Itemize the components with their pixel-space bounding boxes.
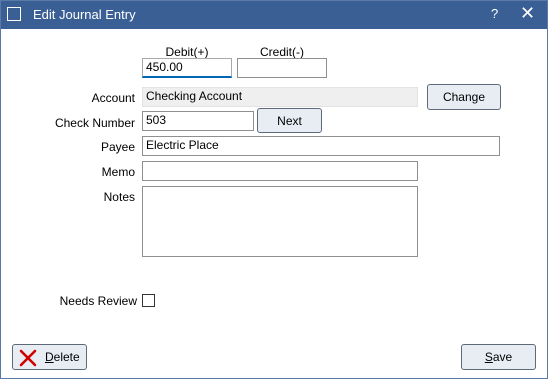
check-number-label: Check Number xyxy=(54,116,135,130)
red-x-icon xyxy=(19,349,37,367)
delete-mnemonic: D xyxy=(45,350,54,364)
close-button[interactable]: ✕ xyxy=(520,3,535,24)
edit-journal-entry-window: Edit Journal Entry ? ✕ Debit(+) Credit(-… xyxy=(0,0,548,379)
delete-button[interactable]: Delete xyxy=(12,344,87,370)
payee-label: Payee xyxy=(100,140,135,154)
needs-review-label: Needs Review xyxy=(59,294,137,308)
account-label: Account xyxy=(91,91,135,105)
grid-icon xyxy=(7,7,21,21)
memo-input[interactable] xyxy=(142,161,418,181)
credit-input[interactable] xyxy=(237,58,327,78)
save-button[interactable]: Save xyxy=(461,344,536,370)
account-field: Checking Account xyxy=(142,87,418,107)
help-button[interactable]: ? xyxy=(491,6,498,21)
memo-label: Memo xyxy=(101,165,135,179)
notes-label: Notes xyxy=(103,190,135,204)
window-title: Edit Journal Entry xyxy=(33,7,136,22)
debit-column-label: Debit(+) xyxy=(165,45,209,59)
save-label: ave xyxy=(492,350,513,364)
change-button[interactable]: Change xyxy=(427,84,501,110)
delete-label: elete xyxy=(53,350,80,364)
save-mnemonic: S xyxy=(484,350,493,364)
payee-input[interactable]: Electric Place xyxy=(142,136,500,156)
check-number-input[interactable]: 503 xyxy=(142,111,254,131)
title-bar: Edit Journal Entry ? ✕ xyxy=(1,1,547,29)
debit-input[interactable]: 450.00 xyxy=(142,58,232,78)
needs-review-checkbox[interactable] xyxy=(142,294,155,307)
next-button[interactable]: Next xyxy=(257,108,322,133)
notes-textarea[interactable] xyxy=(142,186,418,257)
credit-column-label: Credit(-) xyxy=(260,45,304,59)
